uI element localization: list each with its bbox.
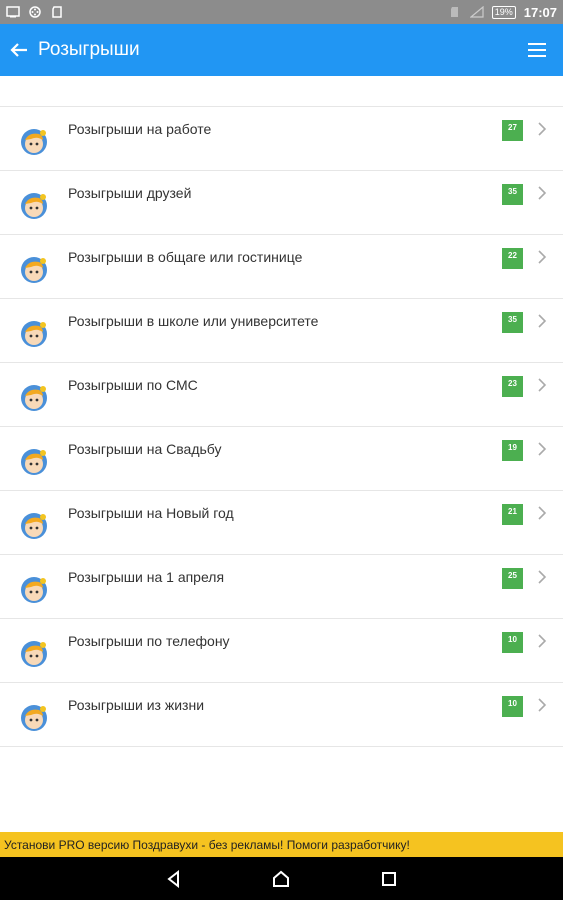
arrow-left-icon xyxy=(10,43,27,57)
chevron-right-icon xyxy=(538,506,547,520)
chevron-right-icon xyxy=(538,250,547,264)
count-badge: 10 xyxy=(502,696,523,717)
child-avatar-icon xyxy=(21,449,47,475)
app-bar: Розыгрыши xyxy=(0,24,563,76)
nav-home-button[interactable] xyxy=(261,859,301,899)
list-item-label: Розыгрыши по телефону xyxy=(68,633,230,649)
list-item-label: Розыгрыши на 1 апреля xyxy=(68,569,225,585)
chevron-right-icon xyxy=(538,442,547,456)
list-item[interactable]: Розыгрыши на работе 27 xyxy=(0,107,563,171)
screenshot-icon xyxy=(6,6,20,18)
list-item[interactable]: Розыгрыши друзей 35 xyxy=(0,171,563,235)
list-item-label: Розыгрыши из жизни xyxy=(68,697,205,713)
category-list: Розыгрыши на работе 27 Розыгрыши друзей 35 Р… xyxy=(0,106,563,747)
chevron-right-icon xyxy=(538,698,547,712)
count-badge: 10 xyxy=(502,632,523,653)
list-item-label: Розыгрыши друзей xyxy=(68,185,192,201)
notification-icons xyxy=(6,6,64,18)
sd-card-icon xyxy=(52,6,62,18)
clock: 17:07 xyxy=(523,4,557,20)
count-badge: 19 xyxy=(502,440,523,461)
list-item[interactable]: Розыгрыши из жизни 10 xyxy=(0,683,563,747)
triangle-back-icon xyxy=(167,869,179,888)
child-avatar-icon xyxy=(21,641,47,667)
list-item[interactable]: Розыгрыши на Свадьбу 19 xyxy=(0,427,563,491)
list-item-label: Розыгрыши на Новый год xyxy=(68,505,234,521)
list-item[interactable]: Розыгрыши на Новый год 21 xyxy=(0,491,563,555)
nav-back-button[interactable] xyxy=(154,859,194,899)
list-item-label: Розыгрыши по СМС xyxy=(68,377,198,393)
nav-recents-button[interactable] xyxy=(369,859,409,899)
status-bar: 19% 17:07 xyxy=(0,0,563,24)
back-button[interactable] xyxy=(0,24,38,76)
child-avatar-icon xyxy=(21,193,47,219)
navigation-bar xyxy=(0,857,563,900)
count-badge: 25 xyxy=(502,568,523,589)
system-icons: 19% 17:07 xyxy=(448,5,557,20)
home-icon xyxy=(273,870,290,887)
signal-icon xyxy=(469,6,484,18)
chevron-right-icon xyxy=(538,570,547,584)
list-item-label: Розыгрыши в общаге или гостинице xyxy=(68,249,303,265)
list-item-label: Розыгрыши на работе xyxy=(68,121,212,137)
child-avatar-icon xyxy=(21,321,47,347)
hamburger-menu-icon xyxy=(528,43,546,57)
count-badge: 21 xyxy=(502,504,523,525)
battery-indicator: 19% xyxy=(491,5,516,19)
count-badge: 35 xyxy=(502,184,523,205)
child-avatar-icon xyxy=(21,513,47,539)
child-avatar-icon xyxy=(21,705,47,731)
page-title: Розыгрыши xyxy=(38,39,140,60)
square-recents-icon xyxy=(382,871,397,886)
child-avatar-icon xyxy=(21,129,47,155)
chevron-right-icon xyxy=(538,314,547,328)
promo-banner[interactable]: Установи PRO версию Поздравухи - без рек… xyxy=(0,832,563,857)
list-item-label: Розыгрыши в школе или университете xyxy=(68,313,319,329)
count-badge: 35 xyxy=(502,312,523,333)
list-item[interactable]: Розыгрыши в школе или университете 35 xyxy=(0,299,563,363)
screen: 19% 17:07 Розыгрыши Розыгрыши на работе 2… xyxy=(0,0,563,900)
list-item[interactable]: Розыгрыши в общаге или гостинице 22 xyxy=(0,235,563,299)
sim-card-icon xyxy=(450,7,458,17)
list-item[interactable]: Розыгрыши на 1 апреля 25 xyxy=(0,555,563,619)
chevron-right-icon xyxy=(538,378,547,392)
list-item[interactable]: Розыгрыши по СМС 23 xyxy=(0,363,563,427)
count-badge: 22 xyxy=(502,248,523,269)
chevron-right-icon xyxy=(538,634,547,648)
count-badge: 27 xyxy=(502,120,523,141)
chevron-right-icon xyxy=(538,122,547,136)
chevron-right-icon xyxy=(538,186,547,200)
menu-button[interactable] xyxy=(511,24,563,76)
list-item-label: Розыгрыши на Свадьбу xyxy=(68,441,222,457)
child-avatar-icon xyxy=(21,257,47,283)
film-reel-icon xyxy=(29,6,41,18)
count-badge: 23 xyxy=(502,376,523,397)
child-avatar-icon xyxy=(21,385,47,411)
child-avatar-icon xyxy=(21,577,47,603)
list-item[interactable]: Розыгрыши по телефону 10 xyxy=(0,619,563,683)
